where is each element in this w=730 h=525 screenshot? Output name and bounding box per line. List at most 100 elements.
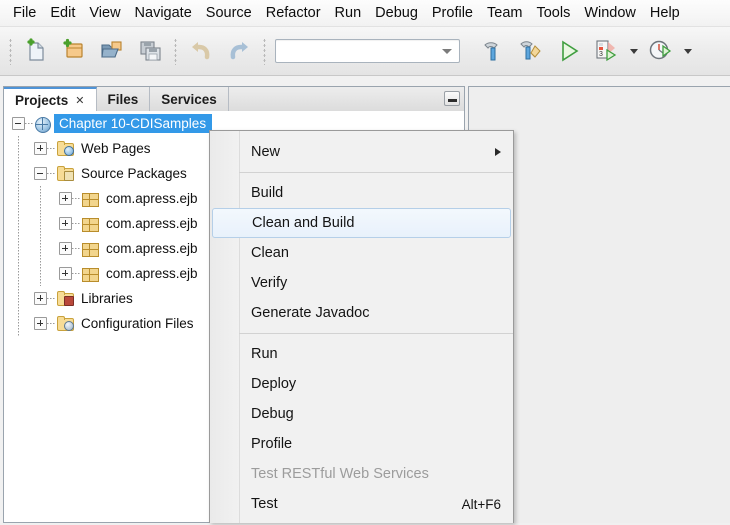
context-menu-item-label: Test [251, 496, 278, 512]
toolbar-grip-3[interactable] [262, 37, 267, 65]
expand-node-icon[interactable] [34, 292, 47, 305]
context-menu-item-clean[interactable]: Clean [210, 238, 513, 268]
build-project-icon[interactable] [474, 31, 512, 71]
menubar-item-file[interactable]: File [6, 2, 43, 24]
context-menu-item-label: Run [251, 346, 278, 362]
minimize-window-button[interactable] [444, 91, 460, 106]
expand-node-icon[interactable] [59, 267, 72, 280]
collapse-node-icon[interactable] [34, 167, 47, 180]
new-project-icon[interactable] [55, 31, 93, 71]
run-project-icon[interactable] [550, 31, 588, 71]
context-menu-item-shortcut: Alt+F6 [461, 496, 501, 512]
context-menu-item-new[interactable]: New [210, 137, 513, 167]
context-menu-item-label: Verify [251, 275, 288, 291]
context-menu-item-generate-javadoc[interactable]: Generate Javadoc [210, 298, 513, 328]
toolbar: 3 [0, 27, 730, 76]
project-globe-icon [34, 116, 51, 133]
explorer-tab-strip: Projects ✕ Files Services [3, 86, 465, 112]
context-menu-item-run[interactable]: Run [210, 339, 513, 369]
expand-node-icon[interactable] [59, 192, 72, 205]
save-all-icon[interactable] [131, 31, 169, 71]
debug-project-icon[interactable]: 3 [588, 31, 626, 71]
tab-files[interactable]: Files [96, 87, 151, 111]
profile-project-icon[interactable] [642, 31, 680, 71]
clean-and-build-project-icon[interactable] [512, 31, 550, 71]
tree-connector [72, 248, 81, 249]
menubar-item-run[interactable]: Run [328, 2, 369, 24]
tree-node-label: com.apress.ejb [106, 191, 198, 206]
menubar-item-edit[interactable]: Edit [43, 2, 82, 24]
configuration-files-folder-icon [56, 316, 74, 331]
menubar-item-tools[interactable]: Tools [529, 2, 577, 24]
context-menu-items: New Build Clean and Build Clean Verify Genera… [210, 131, 513, 525]
project-configuration-combo[interactable] [275, 39, 460, 63]
profile-dropdown-chevron-icon[interactable] [684, 48, 692, 54]
context-menu-item-label: Clean and Build [252, 215, 355, 231]
context-menu-item-profile[interactable]: Profile [210, 429, 513, 459]
toolbar-grip-2[interactable] [173, 37, 178, 65]
context-menu-item-deploy[interactable]: Deploy [210, 369, 513, 399]
undo-icon[interactable] [182, 31, 220, 71]
tab-strip-filler [228, 87, 464, 111]
tree-node-label: com.apress.ejb [106, 266, 198, 281]
context-menu-item-label: Clean [251, 245, 289, 261]
tree-node-label: Source Packages [81, 166, 187, 181]
context-menu-item-label: Profile [251, 436, 293, 452]
tree-connector [47, 148, 56, 149]
tab-label: Services [161, 91, 217, 107]
web-pages-folder-icon [56, 141, 74, 156]
expand-node-icon[interactable] [59, 217, 72, 230]
context-menu-item-label: Test RESTful Web Services [251, 466, 429, 482]
context-menu-item-verify[interactable]: Verify [210, 268, 513, 298]
context-menu-item-debug[interactable]: Debug [210, 399, 513, 429]
menubar-item-view[interactable]: View [82, 2, 127, 24]
menubar-item-team[interactable]: Team [480, 2, 529, 24]
toolbar-grip[interactable] [8, 37, 13, 65]
menubar-item-help[interactable]: Help [643, 2, 687, 24]
collapse-node-icon[interactable] [12, 117, 25, 130]
package-icon [81, 191, 99, 207]
context-menu-item-label: New [251, 144, 281, 160]
redo-icon[interactable] [220, 31, 258, 71]
tree-connector [47, 323, 56, 324]
debug-dropdown-chevron-icon[interactable] [630, 48, 638, 54]
tree-connector [47, 298, 56, 299]
context-menu-item-label: Deploy [251, 376, 297, 392]
context-menu-item-test[interactable]: Test Alt+F6 [210, 489, 513, 519]
expand-node-icon[interactable] [59, 242, 72, 255]
expand-node-icon[interactable] [34, 317, 47, 330]
tab-projects[interactable]: Projects ✕ [4, 87, 97, 111]
context-menu-item-test-restful-web-services: Test RESTful Web Services [210, 459, 513, 489]
tree-node-label: com.apress.ejb [106, 241, 198, 256]
tree-node-label: Chapter 10-CDISamples [54, 114, 213, 133]
expand-node-icon[interactable] [34, 142, 47, 155]
tree-node-label: com.apress.ejb [106, 216, 198, 231]
menubar-item-navigate[interactable]: Navigate [128, 2, 199, 24]
context-menu-item-clean-and-build[interactable]: Clean and Build [212, 208, 511, 238]
netbeans-ide-window: File Edit View Navigate Source Refactor Run Deb… [0, 0, 730, 525]
tree-guide-line [18, 136, 19, 336]
svg-text:3: 3 [599, 51, 603, 58]
menubar-item-refactor[interactable]: Refactor [259, 2, 328, 24]
chevron-down-icon [442, 49, 452, 54]
tab-services[interactable]: Services [150, 87, 229, 111]
package-icon [81, 241, 99, 257]
menubar-item-debug[interactable]: Debug [368, 2, 425, 24]
libraries-folder-icon [56, 291, 74, 306]
close-icon[interactable]: ✕ [75, 94, 84, 107]
context-menu-item-build[interactable]: Build [210, 178, 513, 208]
menubar-item-profile[interactable]: Profile [425, 2, 480, 24]
submenu-arrow-icon [495, 148, 501, 156]
context-menu-separator [239, 333, 513, 334]
context-menu-item-label: Generate Javadoc [251, 305, 370, 321]
menu-bar: File Edit View Navigate Source Refactor Run Deb… [0, 0, 730, 27]
tab-label: Projects [15, 92, 69, 108]
new-file-icon[interactable] [17, 31, 55, 71]
package-icon [81, 216, 99, 232]
menubar-item-window[interactable]: Window [577, 2, 643, 24]
tab-label: Files [107, 91, 139, 107]
menubar-item-source[interactable]: Source [199, 2, 259, 24]
open-project-icon[interactable] [93, 31, 131, 71]
tree-guide-line [40, 186, 41, 286]
tree-connector [72, 273, 81, 274]
